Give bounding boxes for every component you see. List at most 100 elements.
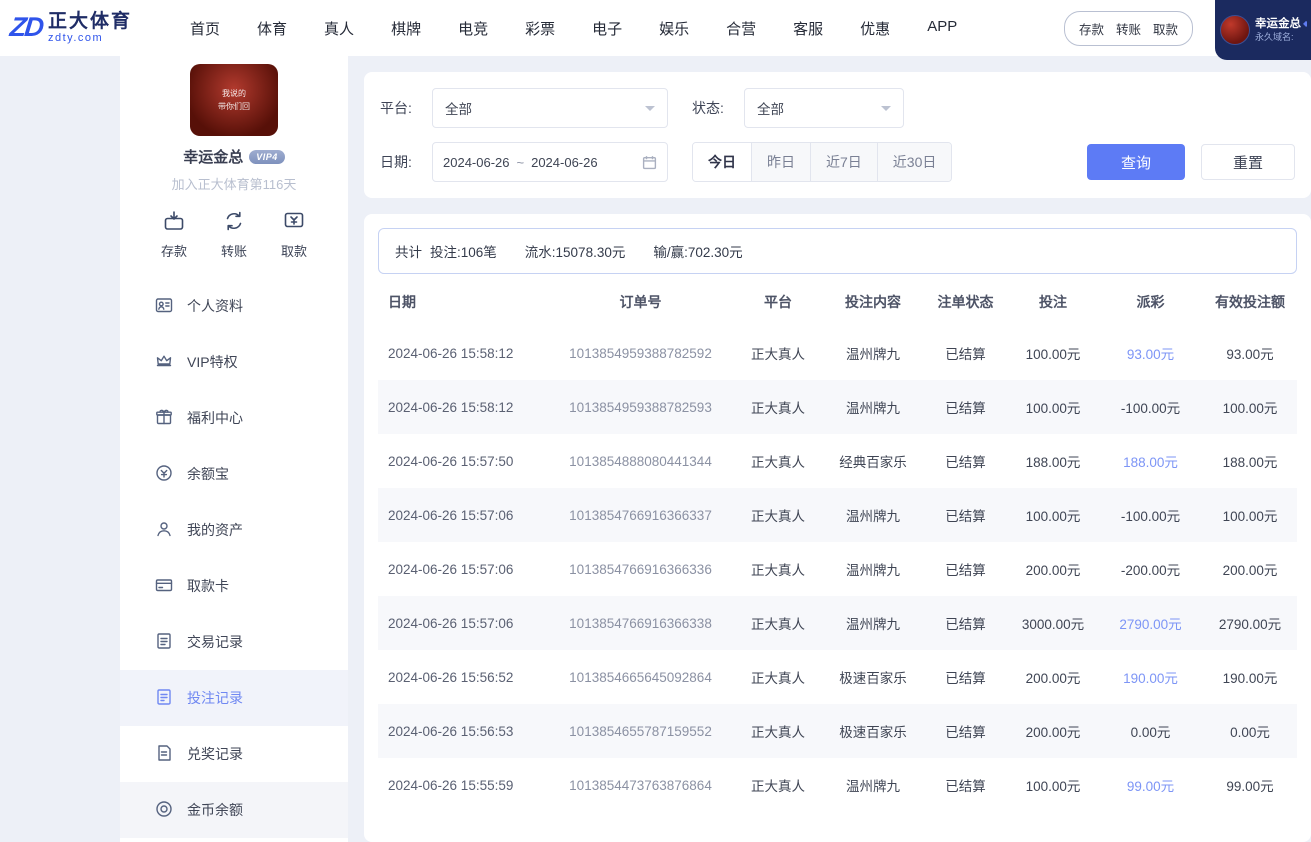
sidebar-item-profile[interactable]: 个人资料 <box>120 278 348 334</box>
sidebar-menu: 个人资料 VIP特权 福利中心 余额宝 我的资产 取款卡 交易记录 投注记录 <box>120 278 348 842</box>
sidebar-item-bet-records[interactable]: 投注记录 <box>120 670 348 726</box>
nav-item-app[interactable]: APP <box>927 18 957 39</box>
nav-item-live[interactable]: 真人 <box>324 18 354 39</box>
sidebar: 我说的 带你们回 幸运金总 VIP4 加入正大体育第116天 存款 转账 取款 … <box>120 56 348 842</box>
reset-button[interactable]: 重置 <box>1201 144 1295 180</box>
table-row: 2024-06-26 15:57:06 1013854766916366338 … <box>378 596 1297 650</box>
bet-cell: 200.00元 <box>1008 542 1098 596</box>
range-7days-button[interactable]: 近7日 <box>810 143 877 181</box>
transfer-link[interactable]: 转账 <box>1116 19 1141 38</box>
status-cell: 已结算 <box>923 596 1008 650</box>
bet-cell: 100.00元 <box>1008 380 1098 434</box>
sidebar-item-transactions[interactable]: 交易记录 <box>120 614 348 670</box>
col-header-bet: 投注 <box>1008 278 1098 326</box>
main-nav: 首页 体育 真人 棋牌 电竞 彩票 电子 娱乐 合营 客服 优惠 APP <box>190 18 957 39</box>
sidebar-item-redeem-records[interactable]: 兑奖记录 <box>120 726 348 782</box>
payout-cell: 0.00元 <box>1098 704 1203 758</box>
sidebar-item-balance-treasure[interactable]: 余额宝 <box>120 446 348 502</box>
nav-item-support[interactable]: 客服 <box>793 18 823 39</box>
status-label: 状态: <box>692 98 744 118</box>
redeem-icon <box>154 743 174 766</box>
nav-item-entertainment[interactable]: 娱乐 <box>659 18 689 39</box>
date-cell: 2024-06-26 15:56:52 <box>378 650 548 704</box>
sidebar-item-vip[interactable]: VIP特权 <box>120 334 348 390</box>
bet-cell: 188.00元 <box>1008 434 1098 488</box>
range-30days-button[interactable]: 近30日 <box>877 143 952 181</box>
date-end: 2024-06-26 <box>531 155 598 170</box>
order-cell: 1013854888080441344 <box>548 434 733 488</box>
assets-icon <box>154 519 174 542</box>
deposit-quick-action[interactable]: 存款 <box>161 209 187 260</box>
date-range-input[interactable]: 2024-06-26 ~ 2024-06-26 <box>432 142 668 182</box>
status-cell: 已结算 <box>923 704 1008 758</box>
status-cell: 已结算 <box>923 542 1008 596</box>
nav-item-partner[interactable]: 合营 <box>726 18 756 39</box>
date-cell: 2024-06-26 15:58:12 <box>378 380 548 434</box>
nav-item-esports[interactable]: 电竞 <box>458 18 488 39</box>
sidebar-item-label: 投注记录 <box>187 688 243 708</box>
order-cell: 1013854766916366338 <box>548 596 733 650</box>
status-cell: 已结算 <box>923 380 1008 434</box>
sidebar-item-welfare[interactable]: 福利中心 <box>120 390 348 446</box>
order-cell: 1013854665645092864 <box>548 650 733 704</box>
user-name: 幸运金总 <box>1255 17 1301 32</box>
table-header-row: 日期 订单号 平台 投注内容 注单状态 投注 派彩 有效投注额 <box>378 278 1297 326</box>
platform-cell: 正大真人 <box>733 596 823 650</box>
sidebar-item-assets[interactable]: 我的资产 <box>120 502 348 558</box>
nav-item-promos[interactable]: 优惠 <box>860 18 890 39</box>
nav-item-lottery[interactable]: 彩票 <box>525 18 555 39</box>
date-separator: ~ <box>517 155 525 170</box>
table-row: 2024-06-26 15:57:06 1013854766916366337 … <box>378 488 1297 542</box>
sidebar-item-coin-balance[interactable]: 金币余额 <box>120 782 348 838</box>
platform-cell: 正大真人 <box>733 380 823 434</box>
transfer-label: 转账 <box>221 241 247 260</box>
withdraw-link[interactable]: 取款 <box>1153 19 1178 38</box>
nav-item-sports[interactable]: 体育 <box>257 18 287 39</box>
nav-item-boardgames[interactable]: 棋牌 <box>391 18 421 39</box>
user-corner[interactable]: 幸运金总◆ 永久域名: <box>1215 0 1311 60</box>
valid-cell: 100.00元 <box>1203 488 1297 542</box>
status-select[interactable]: 全部 <box>744 88 904 128</box>
range-today-button[interactable]: 今日 <box>693 143 751 181</box>
withdraw-icon <box>282 209 306 238</box>
site-logo[interactable]: ZD 正大体育 zdty.com <box>10 12 132 45</box>
nav-item-home[interactable]: 首页 <box>190 18 220 39</box>
platform-cell: 正大真人 <box>733 650 823 704</box>
avatar-caption-1: 我说的 <box>222 88 246 99</box>
valid-cell: 93.00元 <box>1203 326 1297 380</box>
platform-cell: 正大真人 <box>733 326 823 380</box>
content-cell: 经典百家乐 <box>823 434 923 488</box>
withdraw-quick-action[interactable]: 取款 <box>281 209 307 260</box>
logo-title: 正大体育 <box>48 12 132 33</box>
content-cell: 温州牌九 <box>823 380 923 434</box>
user-line: 幸运金总 VIP4 <box>120 146 348 167</box>
sidebar-item-label: 兑奖记录 <box>187 744 243 764</box>
col-header-payout: 派彩 <box>1098 278 1203 326</box>
deposit-icon <box>162 209 186 238</box>
transfer-quick-action[interactable]: 转账 <box>221 209 247 260</box>
deposit-link[interactable]: 存款 <box>1079 19 1104 38</box>
sidebar-item-label: 我的资产 <box>187 520 243 540</box>
date-cell: 2024-06-26 15:57:50 <box>378 434 548 488</box>
platform-select[interactable]: 全部 <box>432 88 668 128</box>
content-cell: 温州牌九 <box>823 542 923 596</box>
platform-cell: 正大真人 <box>733 704 823 758</box>
nav-item-slots[interactable]: 电子 <box>592 18 622 39</box>
status-cell: 已结算 <box>923 650 1008 704</box>
sidebar-item-withdraw-card[interactable]: 取款卡 <box>120 558 348 614</box>
vip-badge: VIP4 <box>249 150 285 164</box>
date-label: 日期: <box>380 152 432 172</box>
bet-cell: 3000.00元 <box>1008 596 1098 650</box>
valid-cell: 0.00元 <box>1203 704 1297 758</box>
profile-avatar[interactable]: 我说的 带你们回 <box>190 64 278 136</box>
search-button[interactable]: 查询 <box>1087 144 1185 180</box>
avatar-caption-2: 带你们回 <box>218 101 250 112</box>
content-cell: 温州牌九 <box>823 488 923 542</box>
range-yesterday-button[interactable]: 昨日 <box>751 143 810 181</box>
bet-cell: 200.00元 <box>1008 650 1098 704</box>
transactions-icon <box>154 631 174 654</box>
payout-cell: 93.00元 <box>1098 326 1203 380</box>
status-cell: 已结算 <box>923 434 1008 488</box>
sidebar-item-rebate[interactable]: 实时返水 <box>120 838 348 842</box>
order-cell: 1013854766916366336 <box>548 542 733 596</box>
